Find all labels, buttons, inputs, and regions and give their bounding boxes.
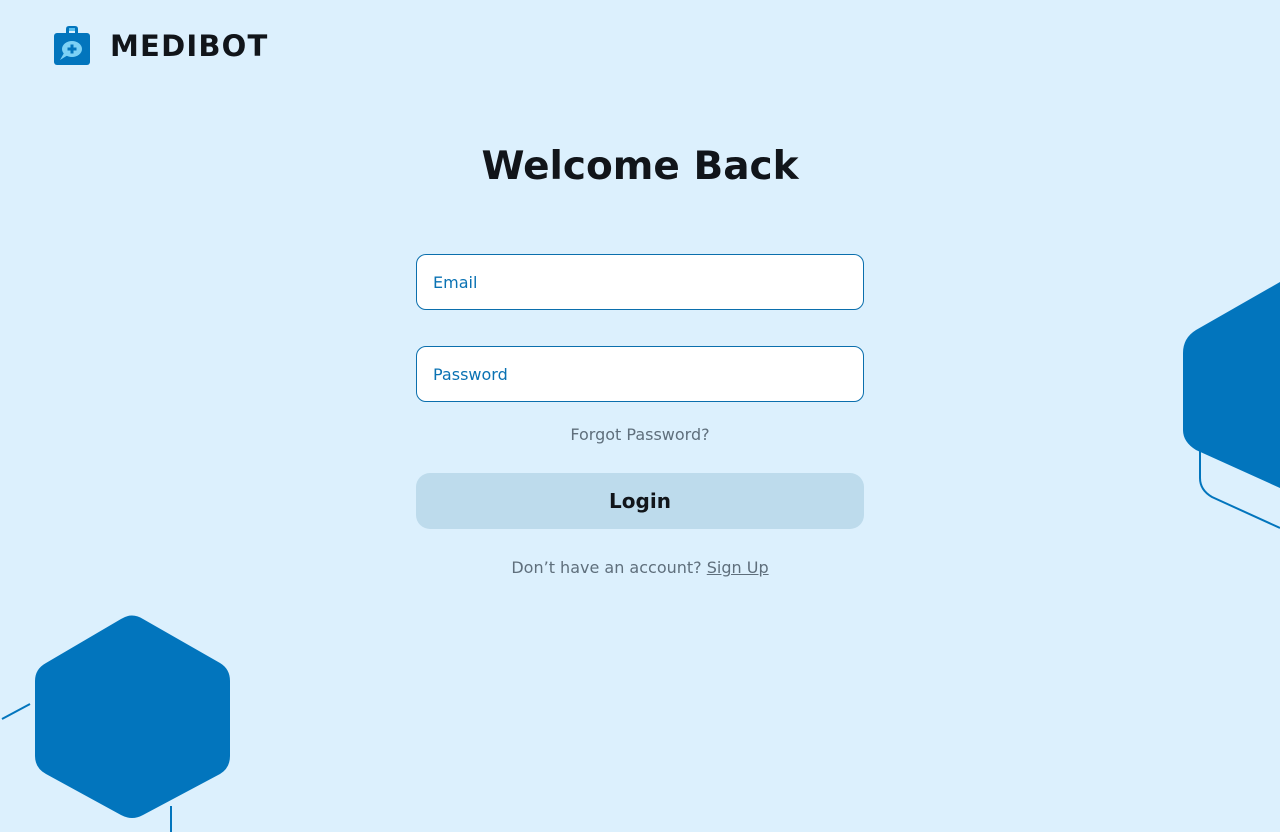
brand-name: MEDIBOT (110, 29, 269, 63)
right-hexagon-shape (1183, 282, 1280, 488)
left-hexagon-shape (35, 615, 230, 818)
email-field[interactable] (416, 254, 864, 310)
password-field[interactable] (416, 346, 864, 402)
medical-case-chat-icon (54, 26, 90, 65)
left-hexagon-outline-left (1, 703, 31, 720)
decorative-hexagons (1, 282, 1280, 832)
page-title: Welcome Back (481, 144, 799, 189)
signup-link[interactable]: Sign Up (707, 558, 769, 577)
brand[interactable]: MEDIBOT (54, 26, 268, 66)
forgot-password-link[interactable]: Forgot Password? (0, 424, 1280, 446)
login-button[interactable]: Login (416, 473, 864, 529)
signup-prompt: Don’t have an account? Sign Up (0, 557, 1280, 579)
right-hexagon-outline (1199, 451, 1280, 529)
signup-prompt-text: Don’t have an account? (511, 558, 702, 577)
